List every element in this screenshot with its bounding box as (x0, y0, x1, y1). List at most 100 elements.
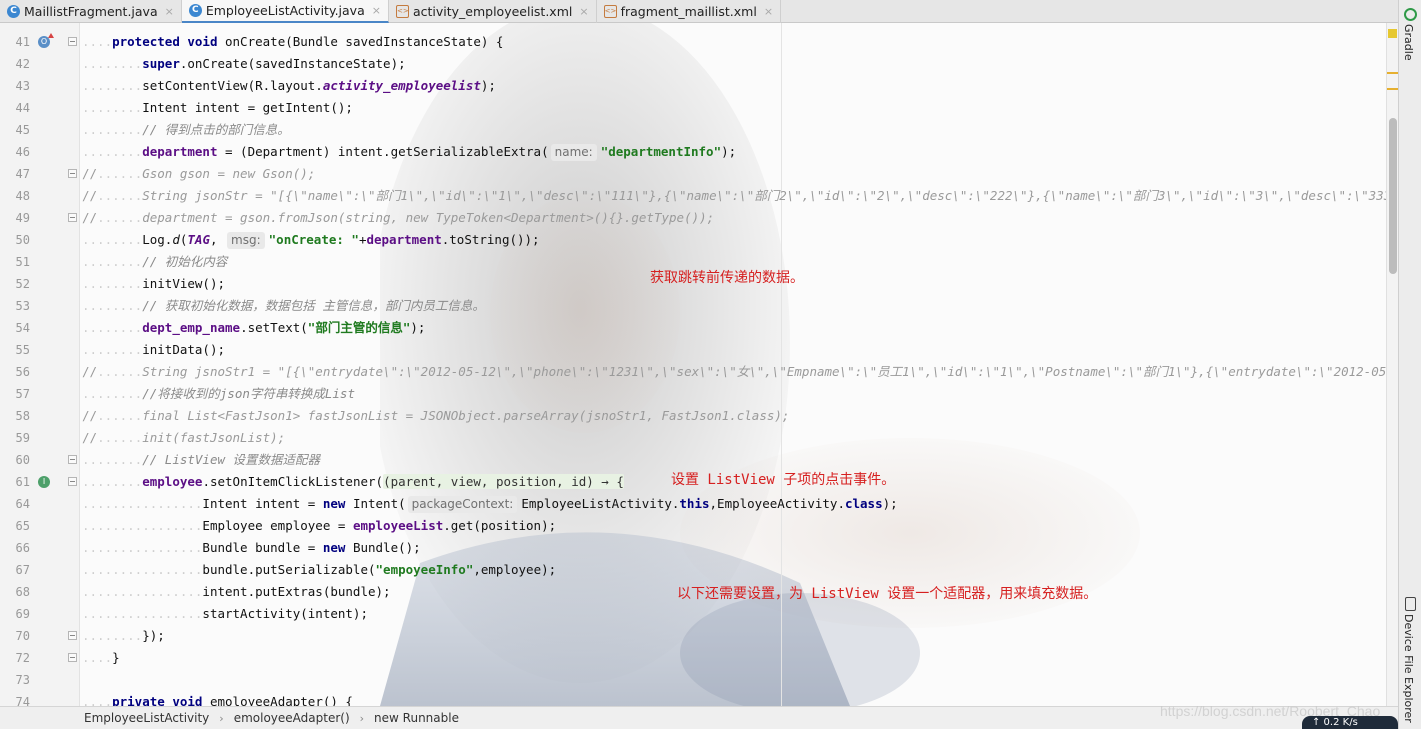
code-line[interactable]: 73 (0, 669, 1398, 691)
line-number: 57 (15, 387, 30, 401)
tab-fragment-maillist-xml[interactable]: <> fragment_maillist.xml × (597, 0, 782, 23)
code-line[interactable]: 54 ........dept_emp_name.setText("部门主管的信息… (0, 317, 1398, 339)
line-number: 44 (15, 101, 30, 115)
code-line[interactable]: 50 ........Log.d(TAG, msg: "onCreate: "+de… (0, 229, 1398, 251)
line-number: 66 (15, 541, 30, 555)
line-number: 65 (15, 519, 30, 533)
code-text: //......Gson gson = new Gson(); (82, 166, 316, 181)
code-text: ................startActivity(intent); (82, 606, 368, 621)
code-text: //......String jsonStr = "[{\"name\":\"部… (82, 188, 1398, 203)
line-number: 50 (15, 233, 30, 247)
tab-label: MaillistFragment.java (24, 4, 158, 19)
fold-toggle-icon[interactable] (68, 653, 77, 662)
code-text: ........// ListView 设置数据适配器 (82, 452, 321, 467)
chevron-right-icon: › (219, 711, 224, 725)
line-number: 73 (15, 673, 30, 687)
tab-maillistfragment-java[interactable]: C MaillistFragment.java × (0, 0, 182, 23)
line-number: 64 (15, 497, 30, 511)
annotation-item-click: 设置 ListView 子项的点击事件。 (671, 472, 896, 488)
gradle-tool-button[interactable]: Gradle (1402, 24, 1415, 61)
java-class-icon: C (7, 5, 20, 18)
close-icon[interactable]: × (764, 5, 773, 18)
fold-toggle-icon[interactable] (68, 37, 77, 46)
code-text: ........department = (Department) intent… (82, 144, 737, 161)
fold-toggle-icon[interactable] (68, 477, 77, 486)
code-editor[interactable]: 41 O ....protected void onCreate(Bundle sa… (0, 23, 1398, 706)
tab-label: activity_employeelist.xml (412, 4, 573, 19)
code-line[interactable]: 43 ........setContentView(R.layout.activi… (0, 75, 1398, 97)
code-text: //......department = gson.fromJson(strin… (82, 210, 715, 225)
code-line[interactable]: 44 ........Intent intent = getIntent(); (0, 97, 1398, 119)
breadcrumb-item[interactable]: emoloyeeAdapter() (232, 711, 352, 725)
code-line[interactable]: 49 //......department = gson.fromJson(str… (0, 207, 1398, 229)
breadcrumb-item[interactable]: new Runnable (372, 711, 461, 725)
code-line[interactable]: 70........}); (0, 625, 1398, 647)
tab-activity-employeelist-xml[interactable]: <> activity_employeelist.xml × (389, 0, 597, 23)
breadcrumb-item[interactable]: EmployeeListActivity (82, 711, 211, 725)
code-text: ........}); (82, 628, 165, 643)
code-text: ....} (82, 650, 120, 665)
code-line[interactable]: 56 //......String jsnoStr1 = "[{\"entryda… (0, 361, 1398, 383)
code-line[interactable]: 46 ........department = (Department) inte… (0, 141, 1398, 163)
code-text: ........//将接收到的json字符串转换成List (82, 386, 355, 401)
lambda-icon[interactable]: I (38, 476, 50, 488)
code-text: ................Intent intent = new Inte… (82, 496, 898, 513)
code-text: ........// 初始化内容 (82, 254, 228, 269)
code-line[interactable]: 60 ........// ListView 设置数据适配器 (0, 449, 1398, 471)
line-number: 56 (15, 365, 30, 379)
line-number: 59 (15, 431, 30, 445)
scrollbar-thumb[interactable] (1389, 118, 1397, 274)
tab-employeelistactivity-java[interactable]: C EmployeeListActivity.java × (181, 0, 389, 23)
code-line[interactable]: 72....} (0, 647, 1398, 669)
code-line[interactable]: 45 ........// 得到点击的部门信息。 (0, 119, 1398, 141)
warning-stripe[interactable] (1387, 88, 1398, 90)
code-line[interactable]: 65 ................Employee employee = em… (0, 515, 1398, 537)
fold-toggle-icon[interactable] (68, 169, 77, 178)
code-text: ................Employee employee = empl… (82, 518, 557, 533)
code-line[interactable]: 48 //......String jsonStr = "[{\"name\":\… (0, 185, 1398, 207)
chevron-right-icon: › (359, 711, 365, 725)
close-icon[interactable]: × (165, 5, 174, 18)
close-icon[interactable]: × (579, 5, 588, 18)
code-line[interactable]: 55 ........initData(); (0, 339, 1398, 361)
line-number: 51 (15, 255, 30, 269)
fold-toggle-icon[interactable] (68, 455, 77, 464)
code-line[interactable]: 64 ................Intent intent = new In… (0, 493, 1398, 515)
line-number: 47 (15, 167, 30, 181)
code-text: ........// 获取初始化数据，数据包括 主管信息，部门内员工信息。 (82, 298, 485, 313)
override-method-icon[interactable]: O (38, 33, 54, 48)
code-line[interactable]: 42 ........super.onCreate(savedInstanceSt… (0, 53, 1398, 75)
annotation-received-data: 获取跳转前传递的数据。 (650, 270, 804, 286)
inspection-status-icon[interactable] (1388, 29, 1397, 38)
code-line[interactable]: 67 ................bundle.putSerializable… (0, 559, 1398, 581)
line-number: 72 (15, 651, 30, 665)
right-tool-strip: Gradle Device File Explorer (1398, 0, 1421, 729)
code-line[interactable]: 41 O ....protected void onCreate(Bundle sa… (0, 31, 1398, 53)
code-text: ........dept_emp_name.setText("部门主管的信息")… (82, 320, 426, 335)
line-number: 74 (15, 695, 30, 706)
code-line[interactable]: 59 //......init(fastJsonList); (0, 427, 1398, 449)
net-speed-widget: ↑ 0.2 K/s (1302, 716, 1398, 729)
code-line[interactable]: 66 ................Bundle bundle = new Bu… (0, 537, 1398, 559)
code-line[interactable]: 57 ........//将接收到的json字符串转换成List (0, 383, 1398, 405)
code-line[interactable]: 47 //......Gson gson = new Gson(); (0, 163, 1398, 185)
code-line[interactable]: 53 ........// 获取初始化数据，数据包括 主管信息，部门内员工信息。 (0, 295, 1398, 317)
close-icon[interactable]: × (372, 4, 381, 17)
code-text: ........// 得到点击的部门信息。 (82, 122, 290, 137)
warning-stripe[interactable] (1387, 72, 1398, 74)
gradle-icon[interactable] (1404, 8, 1417, 21)
line-number: 54 (15, 321, 30, 335)
code-text: ........setContentView(R.layout.activity… (82, 78, 496, 93)
code-text: ................Bundle bundle = new Bund… (82, 540, 421, 555)
line-number: 42 (15, 57, 30, 71)
vertical-scrollbar[interactable] (1386, 23, 1398, 706)
device-file-explorer-icon[interactable] (1405, 597, 1416, 611)
device-file-explorer-tool-button[interactable]: Device File Explorer (1402, 614, 1415, 723)
line-number: 61 (15, 475, 30, 489)
code-line[interactable]: 69 ................startActivity(intent); (0, 603, 1398, 625)
line-number: 46 (15, 145, 30, 159)
line-number: 49 (15, 211, 30, 225)
fold-toggle-icon[interactable] (68, 213, 77, 222)
code-line[interactable]: 58 //......final List<FastJson1> fastJson… (0, 405, 1398, 427)
fold-toggle-icon[interactable] (68, 631, 77, 640)
